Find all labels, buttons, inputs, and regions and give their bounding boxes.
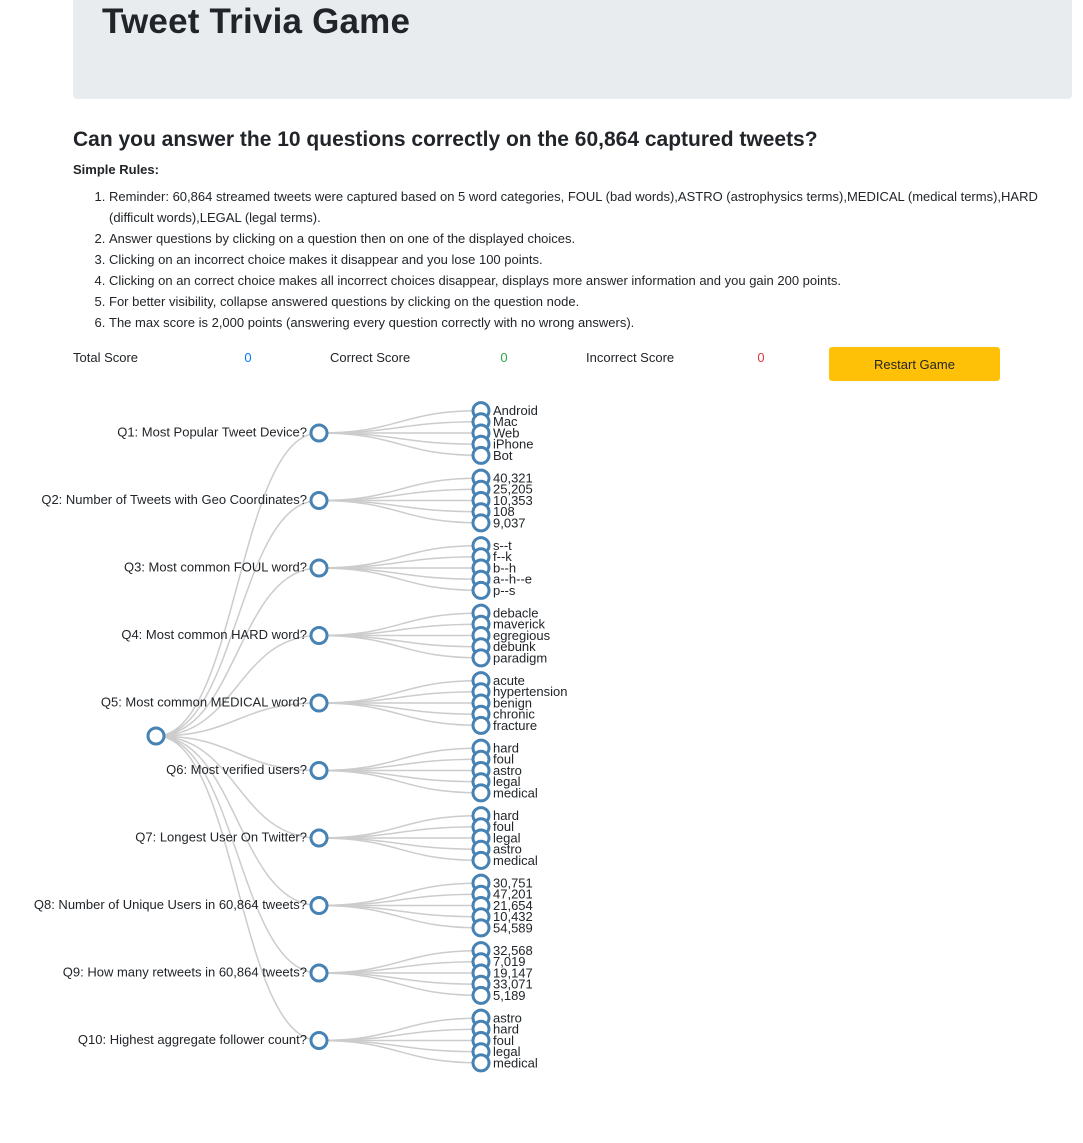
root-link <box>155 432 320 737</box>
question-label[interactable]: Q3: Most common FOUL word? <box>124 559 307 574</box>
choice-node[interactable] <box>471 850 491 870</box>
root-link <box>155 735 320 1042</box>
choice-label[interactable]: medical <box>493 1055 538 1070</box>
choice-link <box>318 904 482 918</box>
question-node[interactable] <box>309 491 329 510</box>
question-node[interactable] <box>309 828 329 848</box>
question-node[interactable] <box>309 963 329 983</box>
correct-score-value: 0 <box>500 350 508 365</box>
choice-link <box>318 972 482 985</box>
choice-node[interactable] <box>471 1053 491 1073</box>
rule-item: Clicking on an correct choice makes all … <box>109 270 1069 291</box>
choice-link <box>318 567 482 580</box>
question-label[interactable]: Q8: Number of Unique Users in 60,864 twe… <box>34 897 307 912</box>
choice-link <box>318 826 482 839</box>
question-node[interactable] <box>309 1031 329 1050</box>
choice-link <box>318 961 482 974</box>
choice-node[interactable] <box>471 715 491 735</box>
choice-link <box>318 634 482 648</box>
question-tree: Q1: Most Popular Tweet Device?AndroidMac… <box>34 401 567 1073</box>
question-label[interactable]: Q2: Number of Tweets with Geo Coordinate… <box>41 492 307 507</box>
question-node[interactable] <box>309 558 329 578</box>
choice-link <box>318 702 482 715</box>
choice-node[interactable] <box>471 783 491 803</box>
choice-node[interactable] <box>471 648 491 668</box>
rule-item: For better visibility, collapse answered… <box>109 291 1069 312</box>
incorrect-score-label: Incorrect Score <box>586 350 675 365</box>
total-score-label: Total Score <box>73 350 139 365</box>
rule-item: Clicking on an incorrect choice makes it… <box>109 249 1069 270</box>
app-title: Tweet Trivia Game <box>102 2 411 41</box>
choice-label[interactable]: Bot <box>493 448 513 463</box>
choice-label[interactable]: 9,037 <box>493 515 526 530</box>
restart-game-button[interactable]: Restart Game <box>829 347 1000 381</box>
choice-label[interactable]: 54,589 <box>493 920 533 935</box>
question-node[interactable] <box>309 423 329 443</box>
question-label[interactable]: Q1: Most Popular Tweet Device? <box>117 424 307 439</box>
question-label[interactable]: Q7: Longest User On Twitter? <box>135 829 307 844</box>
intro-headline: Can you answer the 10 questions correctl… <box>73 128 818 151</box>
root-link <box>155 735 320 839</box>
choice-label[interactable]: paradigm <box>493 650 547 665</box>
rules-heading: Simple Rules: <box>73 162 159 177</box>
choice-label[interactable]: 5,189 <box>493 988 526 1003</box>
question-label[interactable]: Q4: Most common HARD word? <box>121 627 307 642</box>
choice-label[interactable]: medical <box>493 785 538 800</box>
rule-item: Answer questions by clicking on a questi… <box>109 228 1069 249</box>
rules-list: Reminder: 60,864 streamed tweets were ca… <box>73 186 1069 333</box>
incorrect-score-value: 0 <box>757 350 765 365</box>
root-link <box>155 567 320 737</box>
question-node[interactable] <box>309 896 329 915</box>
rule-item: The max score is 2,000 points (answering… <box>109 312 1069 333</box>
choice-node[interactable] <box>471 918 491 938</box>
rule-item: Reminder: 60,864 streamed tweets were ca… <box>109 186 1069 228</box>
choice-link <box>318 837 482 850</box>
choice-link <box>318 421 482 434</box>
choice-node[interactable] <box>471 985 491 1005</box>
correct-score-label: Correct Score <box>330 350 411 365</box>
choice-label[interactable]: p--s <box>493 583 516 598</box>
choice-link <box>318 691 482 704</box>
choice-node[interactable] <box>471 445 491 465</box>
choice-link <box>318 1028 482 1042</box>
question-label[interactable]: Q6: Most verified users? <box>166 762 307 777</box>
choice-node[interactable] <box>471 513 491 533</box>
root-node[interactable] <box>146 726 166 746</box>
choice-link <box>318 432 482 445</box>
choice-label[interactable]: fracture <box>493 718 537 733</box>
question-node[interactable] <box>309 761 329 780</box>
question-node[interactable] <box>309 626 329 645</box>
header-banner: Tweet Trivia Game <box>73 0 1072 99</box>
choice-node[interactable] <box>471 580 491 600</box>
choice-link <box>318 556 482 569</box>
total-score-value: 0 <box>244 350 252 365</box>
choice-link <box>318 1039 482 1053</box>
question-label[interactable]: Q5: Most common MEDICAL word? <box>101 694 307 709</box>
choice-label[interactable]: medical <box>493 853 538 868</box>
question-label[interactable]: Q9: How many retweets in 60,864 tweets? <box>63 964 307 979</box>
choice-link <box>318 623 482 637</box>
choice-link <box>318 488 482 502</box>
choice-link <box>318 769 482 783</box>
choice-link <box>318 893 482 907</box>
question-label[interactable]: Q10: Highest aggregate follower count? <box>78 1032 307 1047</box>
choice-link <box>318 758 482 772</box>
choice-link <box>318 499 482 513</box>
question-node[interactable] <box>309 693 329 713</box>
